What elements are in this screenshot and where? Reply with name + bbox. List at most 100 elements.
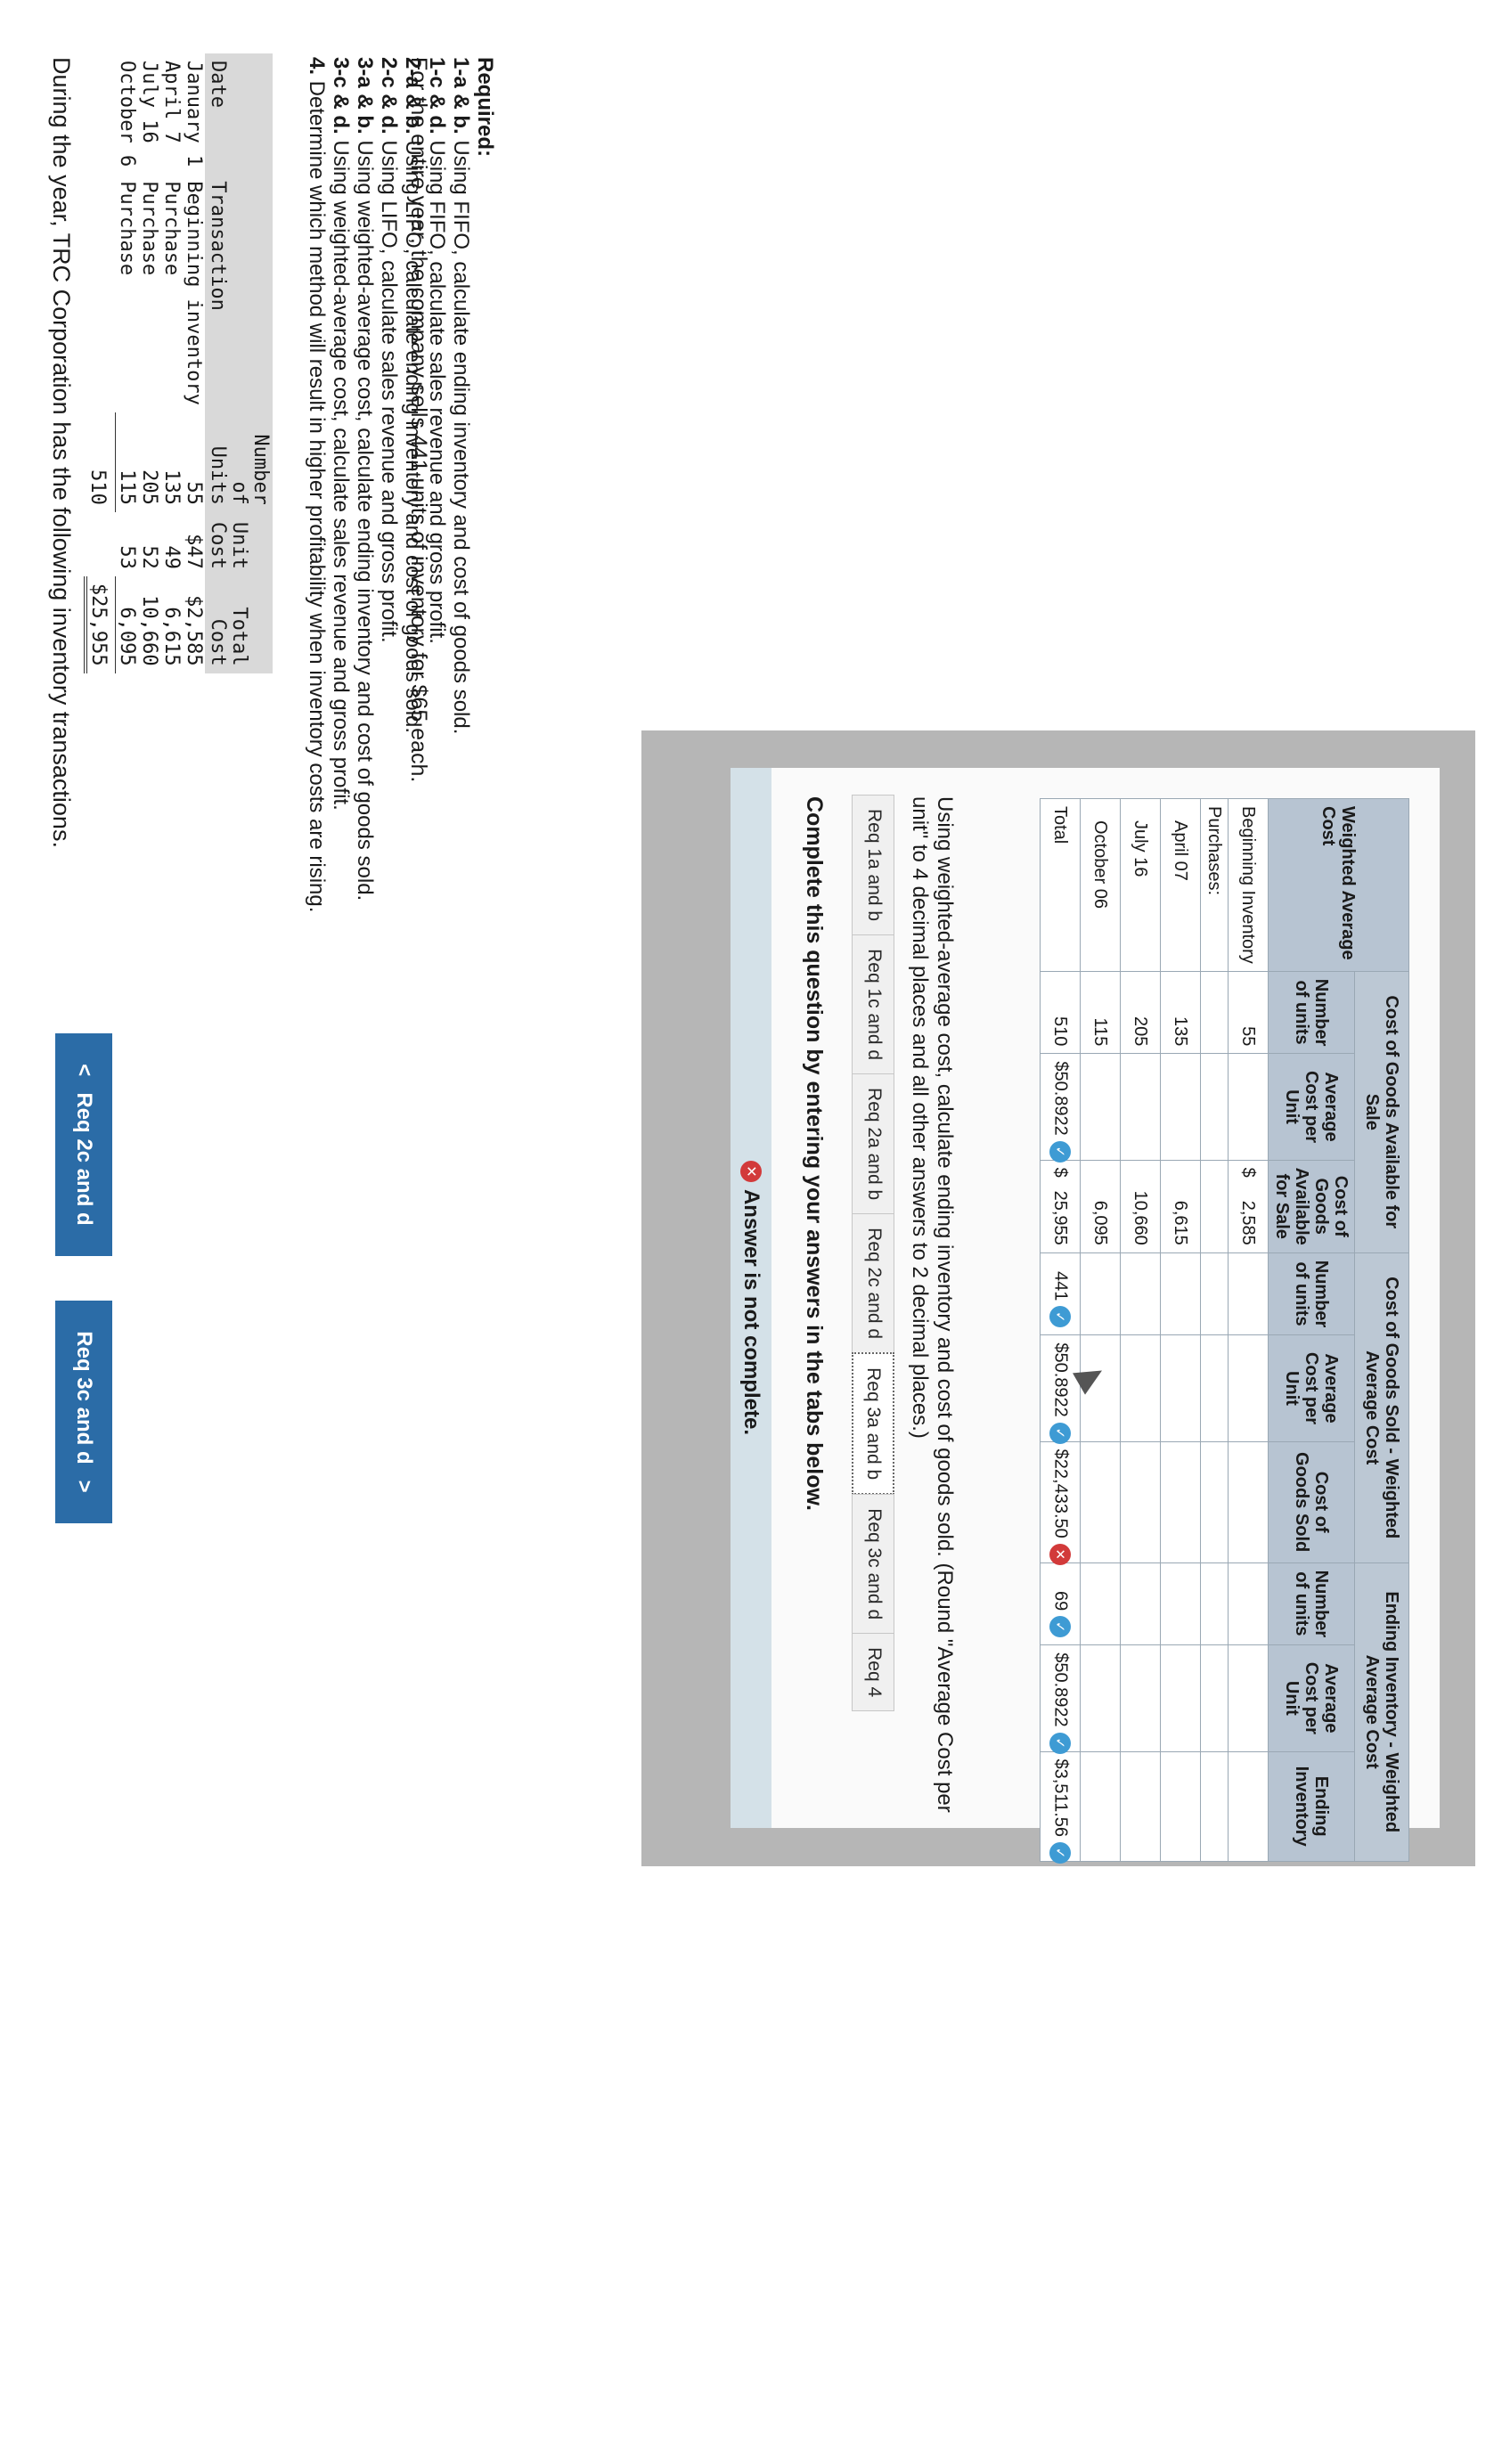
instruction-text: Using weighted-average cost, calculate e… (908, 796, 957, 1813)
group-ending-inventory: Ending Inventory - Weighted Average Cost (1354, 1562, 1409, 1862)
check-icon: ✓ (1049, 1140, 1071, 1163)
tab-req-2c-d[interactable]: Req 2c and d (852, 1213, 894, 1354)
question-content: Complete this question by entering your … (771, 768, 1440, 1864)
cogs-units-input[interactable]: 441✓ (1040, 1252, 1081, 1335)
units-cell: 135 (1160, 971, 1201, 1054)
col-cogs-avg: Average Cost per Unit (1268, 1334, 1355, 1442)
tx-total-cost: 10,660 (138, 595, 160, 666)
total-avg-input[interactable]: $50.8922✓ (1040, 1053, 1081, 1163)
prev-button[interactable]: < Req 2c and d (55, 1033, 112, 1256)
cost-cell: 6,095 (1080, 1160, 1121, 1253)
tx-total-cost: 6,095 (116, 607, 138, 666)
col-units: Number of units (1268, 971, 1355, 1054)
tab-req-1c-d[interactable]: Req 1c and d (852, 934, 894, 1075)
ei-input[interactable]: $3,511.56✓ (1040, 1751, 1081, 1864)
tx-row: October 6 Purchase 115 53 6,095 (115, 53, 138, 673)
tx-total-row: 510 $25,955 (86, 53, 116, 673)
tx-header-units: Number of Units (205, 412, 273, 512)
row-label: April 07 (1160, 798, 1201, 972)
tx-transaction: Purchase (160, 181, 183, 276)
required-item: 3-a & b. Using weighted-average cost, ca… (353, 57, 377, 902)
tx-header-unit-cost: Unit Cost (205, 511, 273, 576)
tab-req-3a-b[interactable]: Req 3a and b (852, 1352, 894, 1496)
tab-req-3c-d[interactable]: Req 3c and d (852, 1494, 894, 1635)
check-icon: ✓ (1049, 1306, 1071, 1328)
table-row: Purchases: (1200, 798, 1229, 1862)
tx-total-cost: $2,585 (183, 595, 205, 666)
tx-total-cost: $25,955 (86, 575, 116, 673)
col-cogs: Cost of Goods Sold (1268, 1441, 1355, 1563)
col-ei-units: Number of units (1268, 1562, 1355, 1645)
complete-heading: Complete this question by entering your … (802, 796, 827, 1511)
check-icon: ✓ (1049, 1422, 1071, 1444)
col-available: Cost of Goods Available for Sale (1268, 1160, 1355, 1253)
tx-date: April 7 (160, 61, 183, 143)
units-cell: 55 (1228, 971, 1269, 1054)
tab-req-1a-b[interactable]: Req 1a and b (852, 795, 894, 936)
status-bar: ✕ Answer is not complete. (731, 768, 771, 1828)
units-cell: 115 (1080, 971, 1121, 1054)
total-label: Total (1040, 798, 1081, 972)
tx-unit-cost: $47 (183, 534, 205, 569)
required-heading: Required: (473, 57, 497, 158)
required-item: 4. Determine which method will result in… (305, 57, 329, 913)
table-row: October 06 115 6,095 (1080, 798, 1121, 1862)
tx-unit-cost: 49 (160, 545, 183, 569)
row-label: Beginning Inventory (1228, 798, 1269, 972)
check-icon: ✓ (1049, 1616, 1071, 1638)
tx-total-units: 510 (86, 412, 116, 512)
tx-transaction: Purchase (115, 181, 138, 276)
total-units-input[interactable]: 510 (1040, 971, 1081, 1054)
table-row: April 07 135 6,615 (1160, 798, 1201, 1862)
required-item: 3-c & d. Using weighted-average cost, ca… (329, 57, 353, 811)
tx-header-total-cost: Total Cost (205, 575, 273, 673)
chevron-right-icon: > (72, 1480, 96, 1493)
required-item: 2-a & b. Using LIFO, calculate ending in… (401, 57, 425, 734)
transactions-table: Date Transaction Number of Units Unit Co… (84, 53, 273, 673)
group-cogs: Cost of Goods Sold - Weighted Average Co… (1354, 1252, 1409, 1563)
answer-status: ✕ Answer is not complete. (731, 768, 771, 1828)
ei-avg-input[interactable]: $50.8922✓ (1040, 1644, 1081, 1754)
tx-date: July 16 (138, 61, 160, 143)
total-available-input[interactable]: $25,955 (1040, 1160, 1081, 1253)
required-item: 1-a & b. Using FIFO, calculate ending in… (449, 57, 473, 735)
required-list: Required: 1-a & b. Using FIFO, calculate… (305, 57, 497, 912)
row-label: Purchases: (1200, 798, 1229, 972)
weighted-average-table: Weighted Average Cost Cost of Goods Avai… (1040, 798, 1409, 1864)
col-ei-avg: Average Cost per Unit (1268, 1644, 1355, 1751)
cogs-input[interactable]: $22,433.50✕ (1040, 1441, 1081, 1565)
table-row: July 16 205 10,660 (1120, 798, 1161, 1862)
tx-header-transaction: Transaction (205, 174, 273, 412)
req-tabs: Req 1a and b Req 1c and d Req 2a and b R… (852, 795, 894, 1712)
tx-date: January 1 (183, 61, 205, 167)
ei-units-input[interactable]: 69✓ (1040, 1562, 1081, 1645)
check-icon: ✓ (1049, 1842, 1071, 1864)
group-available: Cost of Goods Available for Sale (1354, 971, 1409, 1253)
required-item: 1-c & d. Using FIFO, calculate sales rev… (425, 57, 449, 644)
cost-cell: $2,585 (1228, 1160, 1269, 1253)
table-row: Beginning Inventory 55 $2,585 (1228, 798, 1269, 1862)
tab-req-2a-b[interactable]: Req 2a and b (852, 1073, 894, 1215)
tx-units: 115 (116, 469, 138, 505)
tx-units: 135 (160, 469, 183, 505)
chevron-left-icon: < (72, 1064, 96, 1077)
tx-date: October 6 (115, 61, 138, 167)
next-button[interactable]: Req 3c and d > (55, 1301, 112, 1523)
tab-req-4[interactable]: Req 4 (852, 1633, 894, 1712)
total-row: Total 510 $50.8922✓ $25,955 441✓ $50.892… (1040, 798, 1081, 1864)
intro-text: During the year, TRC Corporation has the… (48, 57, 75, 848)
tx-unit-cost: 52 (138, 545, 160, 569)
tx-transaction: Beginning inventory (183, 181, 205, 405)
tx-header-date: Date (205, 53, 273, 175)
col-cogs-units: Number of units (1268, 1252, 1355, 1335)
tx-row: January 1 Beginning inventory 55 $47 $2,… (183, 53, 205, 673)
error-icon: ✕ (740, 1160, 762, 1182)
tx-transaction: Purchase (138, 181, 160, 276)
tx-total-cost: 6,615 (160, 607, 183, 666)
tx-row: April 7 Purchase 135 49 6,615 (160, 53, 183, 673)
cogs-avg-input[interactable]: $50.8922✓ (1040, 1334, 1081, 1444)
cost-cell: 6,615 (1160, 1160, 1201, 1253)
required-item: 2-c & d. Using LIFO, calculate sales rev… (377, 57, 401, 643)
row-label: July 16 (1120, 798, 1161, 972)
tx-units: 55 (183, 481, 205, 505)
